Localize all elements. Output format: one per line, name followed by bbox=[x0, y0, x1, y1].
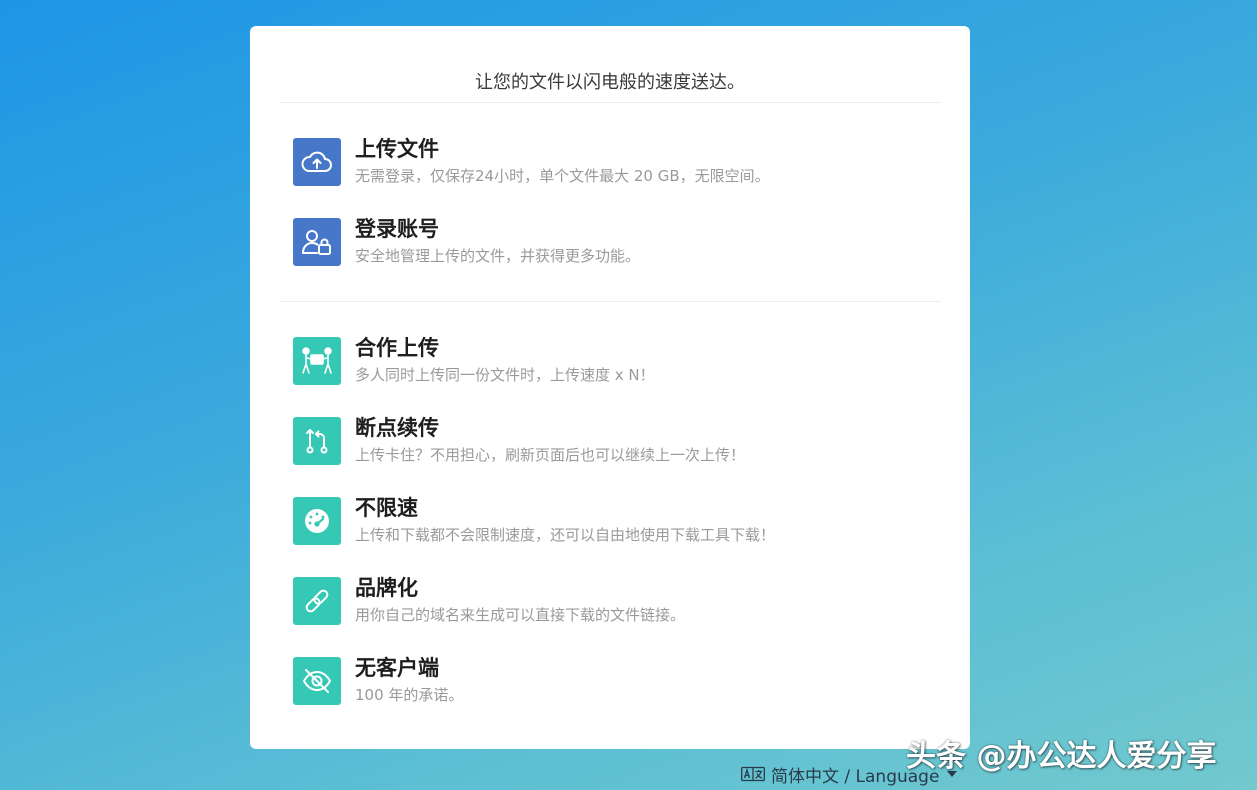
feature-no-client[interactable]: 无客户端 100 年的承诺。 bbox=[293, 656, 933, 705]
feature-login-account[interactable]: 登录账号 安全地管理上传的文件，并获得更多功能。 bbox=[293, 217, 933, 266]
feature-title: 品牌化 bbox=[355, 576, 418, 600]
translate-icon bbox=[741, 766, 765, 782]
resume-arrows-icon bbox=[293, 417, 341, 465]
divider bbox=[279, 102, 941, 103]
user-lock-icon bbox=[293, 218, 341, 266]
speedometer-icon bbox=[293, 497, 341, 545]
cloud-upload-icon bbox=[293, 138, 341, 186]
feature-desc: 无需登录，仅保存24小时，单个文件最大 20 GB，无限空间。 bbox=[355, 167, 770, 185]
feature-title: 上传文件 bbox=[355, 137, 439, 161]
feature-card: 让您的文件以闪电般的速度送达。 上传文件 无需登录，仅保存24小时，单个文件最大… bbox=[250, 26, 970, 749]
tagline: 让您的文件以闪电般的速度送达。 bbox=[475, 72, 745, 93]
link-icon bbox=[293, 577, 341, 625]
eye-slash-icon bbox=[293, 657, 341, 705]
feature-title: 不限速 bbox=[355, 496, 418, 520]
feature-collaborative-upload[interactable]: 合作上传 多人同时上传同一份文件时，上传速度 x N！ bbox=[293, 336, 933, 385]
feature-branding[interactable]: 品牌化 用你自己的域名来生成可以直接下载的文件链接。 bbox=[293, 576, 933, 625]
feature-desc: 多人同时上传同一份文件时，上传速度 x N！ bbox=[355, 366, 655, 384]
feature-title: 登录账号 bbox=[355, 217, 439, 241]
feature-desc: 100 年的承诺。 bbox=[355, 686, 464, 704]
feature-resume-upload[interactable]: 断点续传 上传卡住？不用担心，刷新页面后也可以继续上一次上传！ bbox=[293, 416, 933, 465]
feature-title: 无客户端 bbox=[355, 656, 439, 680]
feature-upload-file[interactable]: 上传文件 无需登录，仅保存24小时，单个文件最大 20 GB，无限空间。 bbox=[293, 137, 933, 186]
feature-desc: 安全地管理上传的文件，并获得更多功能。 bbox=[355, 247, 641, 265]
feature-title: 断点续传 bbox=[355, 416, 439, 440]
feature-desc: 上传卡住？不用担心，刷新页面后也可以继续上一次上传！ bbox=[355, 446, 746, 464]
feature-desc: 上传和下载都不会限制速度，还可以自由地使用下载工具下载！ bbox=[355, 526, 776, 544]
people-carry-icon bbox=[293, 337, 341, 385]
watermark: 头条 @办公达人爱分享 bbox=[906, 739, 1217, 774]
feature-no-speed-limit[interactable]: 不限速 上传和下载都不会限制速度，还可以自由地使用下载工具下载！ bbox=[293, 496, 933, 545]
divider bbox=[279, 301, 941, 302]
feature-desc: 用你自己的域名来生成可以直接下载的文件链接。 bbox=[355, 606, 686, 624]
feature-title: 合作上传 bbox=[355, 336, 439, 360]
